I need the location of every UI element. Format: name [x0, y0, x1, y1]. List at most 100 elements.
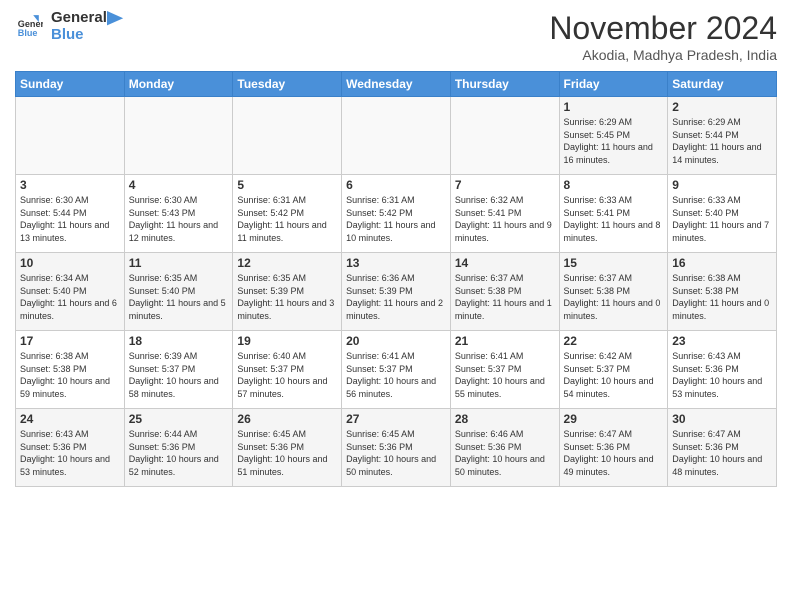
table-row: 16Sunrise: 6:38 AMSunset: 5:38 PMDayligh…	[668, 253, 777, 331]
day-info: Sunrise: 6:30 AMSunset: 5:44 PMDaylight:…	[20, 194, 120, 244]
day-info: Sunrise: 6:37 AMSunset: 5:38 PMDaylight:…	[455, 272, 555, 322]
day-number: 1	[564, 100, 664, 114]
table-row: 24 Sunrise: 6:43 AMSunset: 5:36 PMDayligh…	[16, 409, 125, 487]
day-number: 2	[672, 100, 772, 114]
day-number: 19	[237, 334, 337, 348]
day-info: Sunrise: 6:47 AMSunset: 5:36 PMDaylight:…	[672, 428, 772, 478]
day-number: 20	[346, 334, 446, 348]
logo-arrow-icon	[107, 11, 125, 29]
table-row: 29 Sunrise: 6:47 AMSunset: 5:36 PMDayligh…	[559, 409, 668, 487]
day-info: Sunrise: 6:33 AMSunset: 5:40 PMDaylight:…	[672, 194, 772, 244]
day-info: Sunrise: 6:38 AMSunset: 5:38 PMDaylight:…	[20, 350, 120, 400]
calendar-table: Sunday Monday Tuesday Wednesday Thursday…	[15, 71, 777, 487]
table-row: 17 Sunrise: 6:38 AMSunset: 5:38 PMDayligh…	[16, 331, 125, 409]
table-row: 26 Sunrise: 6:45 AMSunset: 5:36 PMDayligh…	[233, 409, 342, 487]
day-number: 26	[237, 412, 337, 426]
day-number: 24	[20, 412, 120, 426]
logo: General Blue General Blue	[15, 10, 125, 43]
day-info: Sunrise: 6:33 AMSunset: 5:41 PMDaylight:…	[564, 194, 664, 244]
day-info: Sunrise: 6:47 AMSunset: 5:36 PMDaylight:…	[564, 428, 664, 478]
table-row: 13 Sunrise: 6:36 AMSunset: 5:39 PMDayligh…	[342, 253, 451, 331]
day-number: 8	[564, 178, 664, 192]
table-row: 18Sunrise: 6:39 AMSunset: 5:37 PMDayligh…	[124, 331, 233, 409]
table-row: 23 Sunrise: 6:43 AMSunset: 5:36 PMDayligh…	[668, 331, 777, 409]
table-row: 2 Sunrise: 6:29 AMSunset: 5:44 PMDaylight…	[668, 97, 777, 175]
table-row: 28Sunrise: 6:46 AMSunset: 5:36 PMDayligh…	[450, 409, 559, 487]
table-row: 20 Sunrise: 6:41 AMSunset: 5:37 PMDayligh…	[342, 331, 451, 409]
day-number: 6	[346, 178, 446, 192]
header: General Blue General Blue November 2024 …	[15, 10, 777, 63]
calendar-week-row: 1 Sunrise: 6:29 AMSunset: 5:45 PMDaylight…	[16, 97, 777, 175]
day-info: Sunrise: 6:41 AMSunset: 5:37 PMDaylight:…	[455, 350, 555, 400]
day-number: 21	[455, 334, 555, 348]
day-info: Sunrise: 6:45 AMSunset: 5:36 PMDaylight:…	[237, 428, 337, 478]
day-number: 11	[129, 256, 229, 270]
table-row: 9 Sunrise: 6:33 AMSunset: 5:40 PMDaylight…	[668, 175, 777, 253]
table-row	[124, 97, 233, 175]
day-number: 10	[20, 256, 120, 270]
table-row: 21 Sunrise: 6:41 AMSunset: 5:37 PMDayligh…	[450, 331, 559, 409]
table-row: 11 Sunrise: 6:35 AMSunset: 5:40 PMDayligh…	[124, 253, 233, 331]
table-row: 4Sunrise: 6:30 AMSunset: 5:43 PMDaylight…	[124, 175, 233, 253]
day-number: 29	[564, 412, 664, 426]
day-info: Sunrise: 6:45 AMSunset: 5:36 PMDaylight:…	[346, 428, 446, 478]
day-number: 4	[129, 178, 229, 192]
table-row: 19 Sunrise: 6:40 AMSunset: 5:37 PMDayligh…	[233, 331, 342, 409]
table-row	[233, 97, 342, 175]
day-info: Sunrise: 6:39 AMSunset: 5:37 PMDaylight:…	[129, 350, 229, 400]
col-sunday: Sunday	[16, 72, 125, 97]
table-row	[450, 97, 559, 175]
day-number: 22	[564, 334, 664, 348]
day-info: Sunrise: 6:31 AMSunset: 5:42 PMDaylight:…	[346, 194, 446, 244]
calendar-week-row: 10Sunrise: 6:34 AMSunset: 5:40 PMDayligh…	[16, 253, 777, 331]
location: Akodia, Madhya Pradesh, India	[549, 47, 777, 63]
table-row	[16, 97, 125, 175]
table-row: 22 Sunrise: 6:42 AMSunset: 5:37 PMDayligh…	[559, 331, 668, 409]
col-tuesday: Tuesday	[233, 72, 342, 97]
day-info: Sunrise: 6:44 AMSunset: 5:36 PMDaylight:…	[129, 428, 229, 478]
day-info: Sunrise: 6:35 AMSunset: 5:39 PMDaylight:…	[237, 272, 337, 322]
table-row	[342, 97, 451, 175]
day-info: Sunrise: 6:29 AMSunset: 5:44 PMDaylight:…	[672, 116, 772, 166]
day-number: 9	[672, 178, 772, 192]
day-number: 30	[672, 412, 772, 426]
day-info: Sunrise: 6:42 AMSunset: 5:37 PMDaylight:…	[564, 350, 664, 400]
page: General Blue General Blue November 2024 …	[0, 0, 792, 612]
calendar-week-row: 17 Sunrise: 6:38 AMSunset: 5:38 PMDayligh…	[16, 331, 777, 409]
day-number: 13	[346, 256, 446, 270]
title-block: November 2024 Akodia, Madhya Pradesh, In…	[549, 10, 777, 63]
table-row: 7Sunrise: 6:32 AMSunset: 5:41 PMDaylight…	[450, 175, 559, 253]
svg-text:Blue: Blue	[18, 28, 38, 38]
table-row: 3 Sunrise: 6:30 AMSunset: 5:44 PMDaylight…	[16, 175, 125, 253]
day-number: 27	[346, 412, 446, 426]
day-number: 16	[672, 256, 772, 270]
logo-general: General	[51, 10, 107, 27]
table-row: 8 Sunrise: 6:33 AMSunset: 5:41 PMDaylight…	[559, 175, 668, 253]
day-info: Sunrise: 6:46 AMSunset: 5:36 PMDaylight:…	[455, 428, 555, 478]
table-row: 25Sunrise: 6:44 AMSunset: 5:36 PMDayligh…	[124, 409, 233, 487]
calendar-header-row: Sunday Monday Tuesday Wednesday Thursday…	[16, 72, 777, 97]
table-row: 1 Sunrise: 6:29 AMSunset: 5:45 PMDaylight…	[559, 97, 668, 175]
table-row: 30 Sunrise: 6:47 AMSunset: 5:36 PMDayligh…	[668, 409, 777, 487]
col-monday: Monday	[124, 72, 233, 97]
month-title: November 2024	[549, 10, 777, 47]
col-wednesday: Wednesday	[342, 72, 451, 97]
day-number: 12	[237, 256, 337, 270]
calendar-week-row: 3 Sunrise: 6:30 AMSunset: 5:44 PMDaylight…	[16, 175, 777, 253]
table-row: 12 Sunrise: 6:35 AMSunset: 5:39 PMDayligh…	[233, 253, 342, 331]
day-number: 14	[455, 256, 555, 270]
col-thursday: Thursday	[450, 72, 559, 97]
day-number: 3	[20, 178, 120, 192]
day-number: 23	[672, 334, 772, 348]
day-info: Sunrise: 6:41 AMSunset: 5:37 PMDaylight:…	[346, 350, 446, 400]
day-info: Sunrise: 6:40 AMSunset: 5:37 PMDaylight:…	[237, 350, 337, 400]
day-number: 7	[455, 178, 555, 192]
table-row: 27 Sunrise: 6:45 AMSunset: 5:36 PMDayligh…	[342, 409, 451, 487]
day-info: Sunrise: 6:43 AMSunset: 5:36 PMDaylight:…	[20, 428, 120, 478]
day-number: 5	[237, 178, 337, 192]
day-info: Sunrise: 6:29 AMSunset: 5:45 PMDaylight:…	[564, 116, 664, 166]
day-number: 17	[20, 334, 120, 348]
day-info: Sunrise: 6:43 AMSunset: 5:36 PMDaylight:…	[672, 350, 772, 400]
day-info: Sunrise: 6:35 AMSunset: 5:40 PMDaylight:…	[129, 272, 229, 322]
day-info: Sunrise: 6:36 AMSunset: 5:39 PMDaylight:…	[346, 272, 446, 322]
